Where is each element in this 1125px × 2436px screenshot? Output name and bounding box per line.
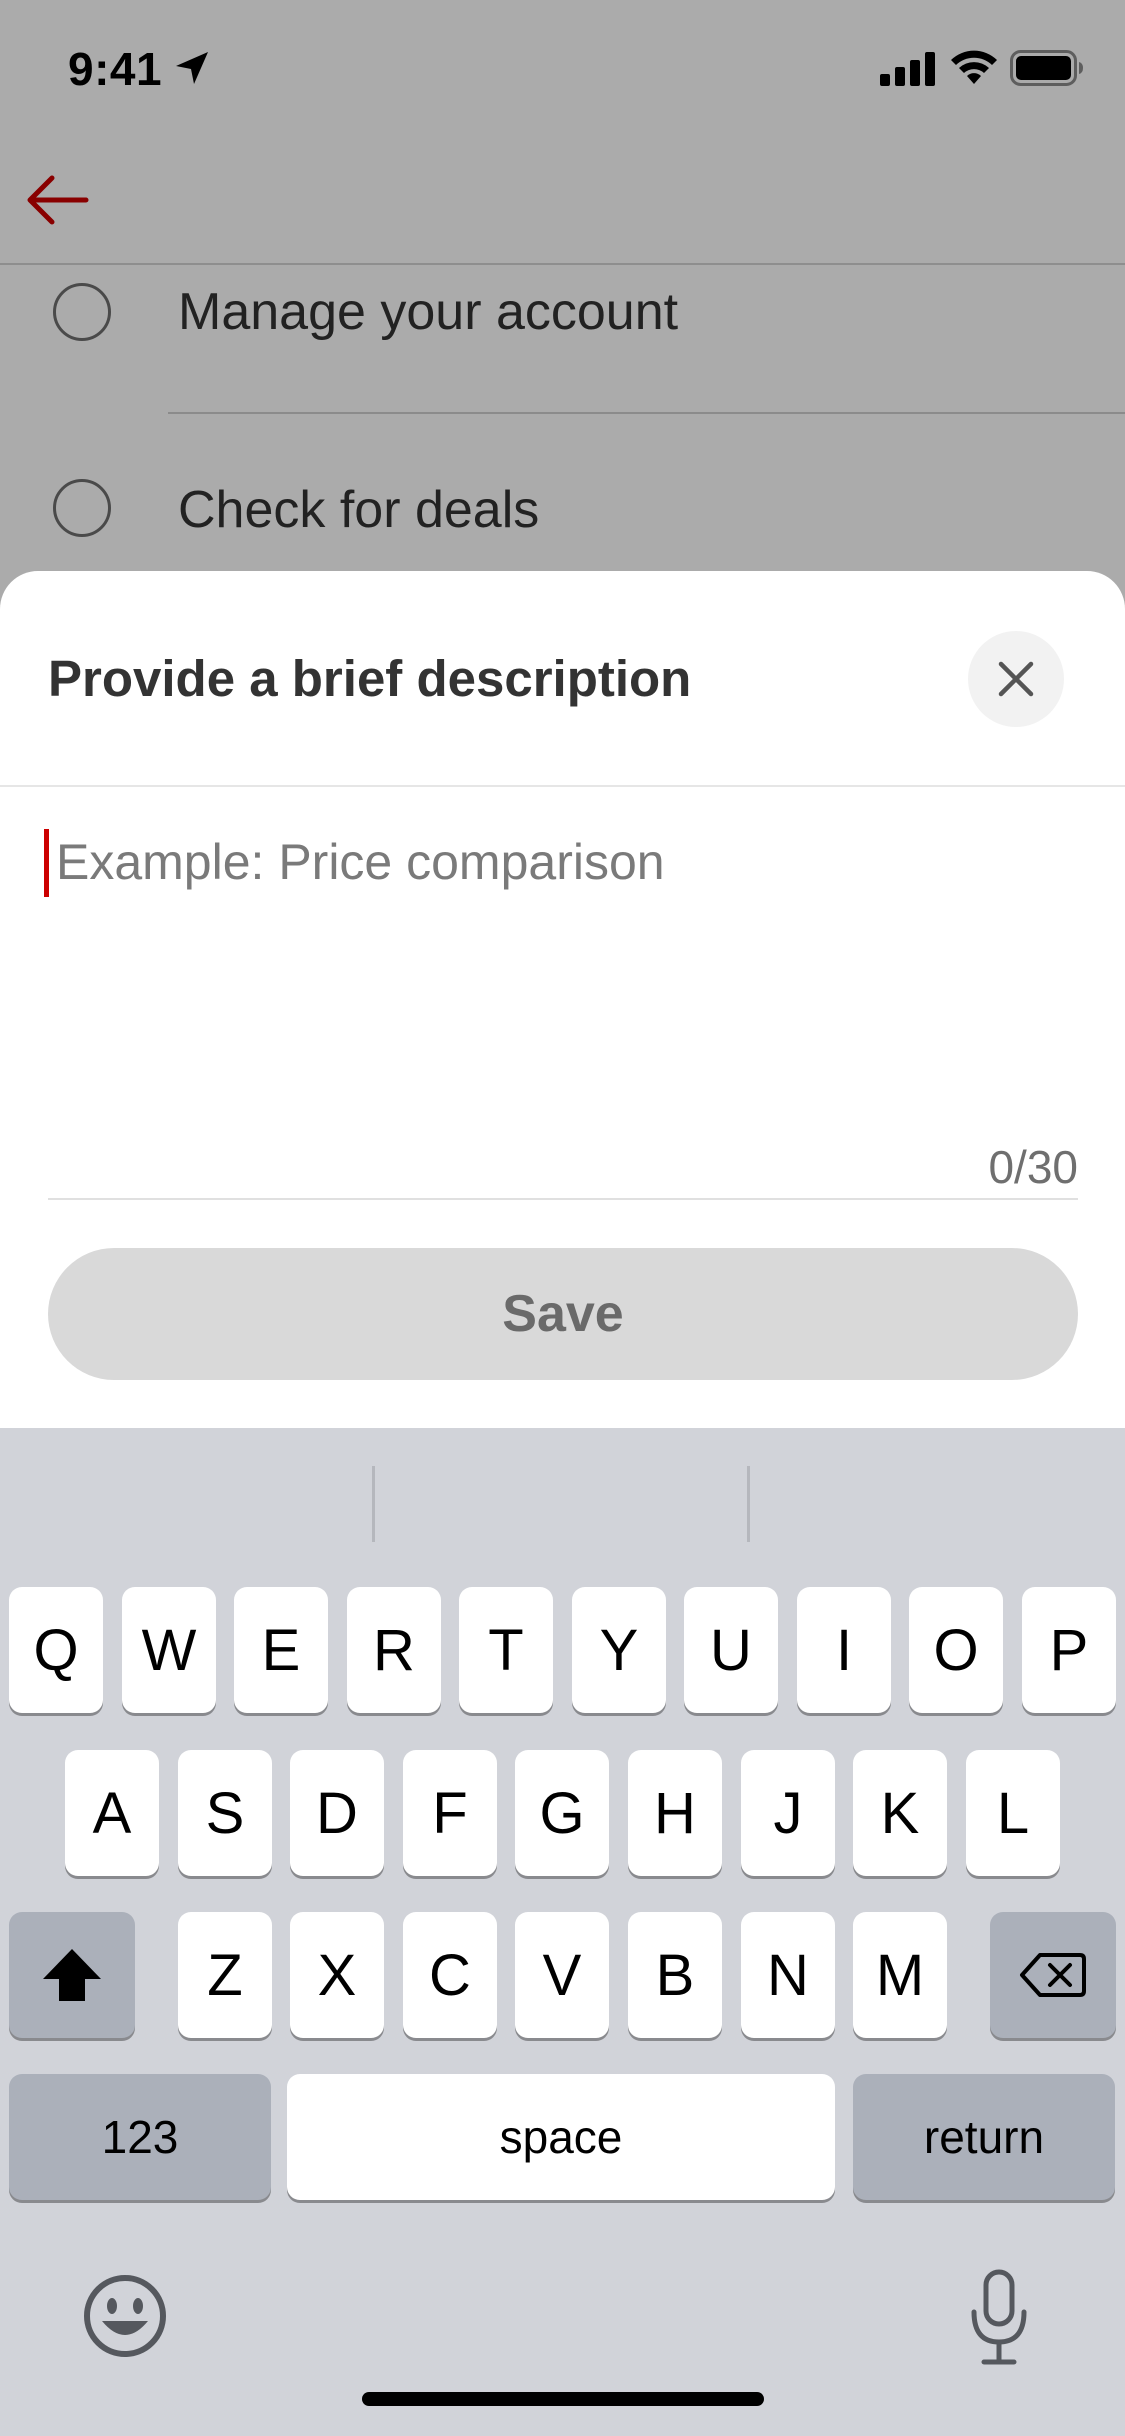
key-h[interactable]: H [628,1750,722,1876]
description-input[interactable] [52,811,1072,1171]
shift-icon [43,1949,101,2001]
key-o[interactable]: O [909,1587,1003,1713]
key-t[interactable]: T [459,1587,553,1713]
key-n[interactable]: N [741,1912,835,2038]
key-l[interactable]: L [966,1750,1060,1876]
shift-key[interactable] [9,1912,135,2038]
key-w[interactable]: W [122,1587,216,1713]
return-key[interactable]: return [853,2074,1115,2200]
key-s[interactable]: S [178,1750,272,1876]
key-m[interactable]: M [853,1912,947,2038]
text-caret [44,829,49,897]
key-i[interactable]: I [797,1587,891,1713]
key-k[interactable]: K [853,1750,947,1876]
space-key[interactable]: space [287,2074,835,2200]
key-f[interactable]: F [403,1750,497,1876]
close-icon [998,661,1034,697]
key-y[interactable]: Y [572,1587,666,1713]
keyboard: Q W E R T Y U I O P A S D F G H J K L Z … [0,1428,1125,2436]
suggestion-divider [372,1466,375,1542]
save-button[interactable]: Save [48,1248,1078,1380]
delete-key[interactable] [990,1912,1116,2038]
key-x[interactable]: X [290,1912,384,2038]
key-p[interactable]: P [1022,1587,1116,1713]
key-v[interactable]: V [515,1912,609,2038]
key-b[interactable]: B [628,1912,722,2038]
suggestion-divider [747,1466,750,1542]
backspace-icon [1020,1953,1086,1997]
key-d[interactable]: D [290,1750,384,1876]
key-e[interactable]: E [234,1587,328,1713]
key-g[interactable]: G [515,1750,609,1876]
sheet-divider [0,785,1125,787]
description-field: 0/30 [44,811,1078,1203]
key-z[interactable]: Z [178,1912,272,2038]
key-a[interactable]: A [65,1750,159,1876]
sheet-title: Provide a brief description [48,650,692,707]
close-button[interactable] [968,631,1064,727]
field-underline [48,1198,1078,1200]
microphone-icon[interactable] [964,2268,1034,2368]
home-indicator [362,2392,764,2406]
key-r[interactable]: R [347,1587,441,1713]
emoji-icon[interactable] [82,2273,168,2359]
numbers-key[interactable]: 123 [9,2074,271,2200]
character-counter: 0/30 [988,1141,1078,1193]
key-c[interactable]: C [403,1912,497,2038]
key-u[interactable]: U [684,1587,778,1713]
key-j[interactable]: J [741,1750,835,1876]
key-q[interactable]: Q [9,1587,103,1713]
